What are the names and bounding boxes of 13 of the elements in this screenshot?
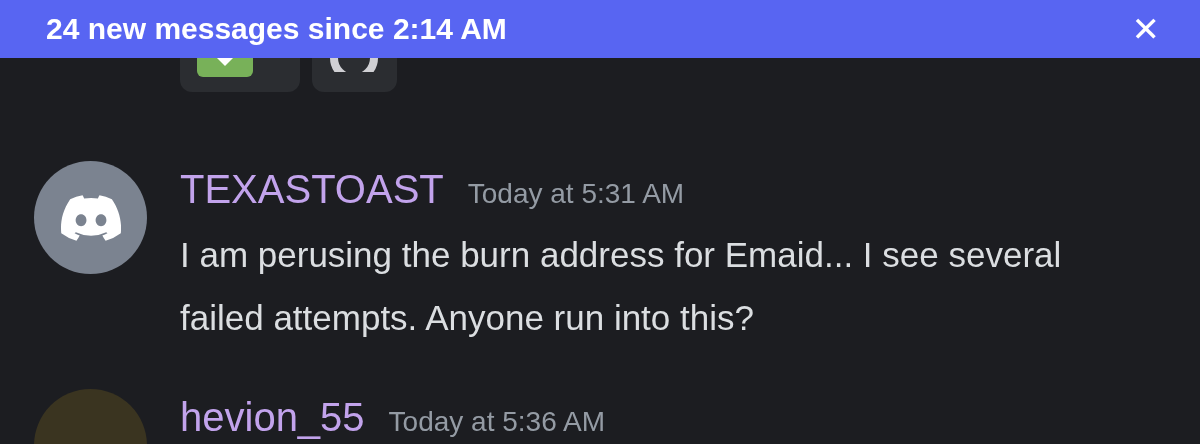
- banner-text: 24 new messages since 2:14 AM: [46, 11, 507, 47]
- checkmark-icon: [197, 58, 253, 77]
- discord-logo-icon: [60, 194, 121, 241]
- reaction-button[interactable]: [180, 58, 300, 92]
- ring-icon: [330, 58, 378, 72]
- reaction-button[interactable]: [312, 58, 397, 92]
- new-messages-banner[interactable]: 24 new messages since 2:14 AM ✕: [0, 0, 1200, 58]
- timestamp: Today at 5:36 AM: [388, 406, 605, 438]
- username[interactable]: TEXASTOAST: [180, 165, 444, 213]
- username[interactable]: hevion_55: [180, 393, 365, 441]
- close-button[interactable]: ✕: [1131, 10, 1160, 48]
- timestamp: Today at 5:31 AM: [467, 178, 685, 210]
- message-text: I am perusing the burn address for Emaid... I see several failed attempts. Anyone run into this?: [180, 234, 1063, 339]
